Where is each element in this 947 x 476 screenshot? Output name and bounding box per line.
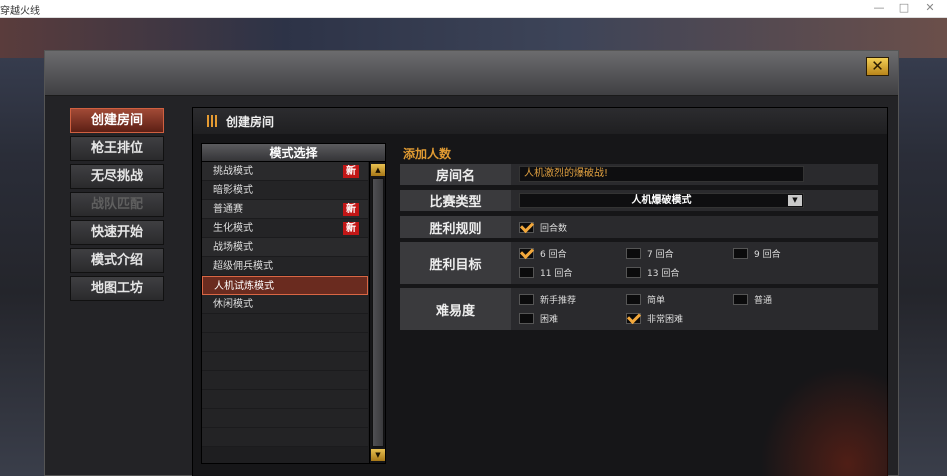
match-type-select[interactable]: 人机爆破模式 ▼ xyxy=(519,193,804,208)
checkbox-checked-icon[interactable] xyxy=(626,313,641,324)
mode-item-zombie[interactable]: 生化模式新 xyxy=(202,219,368,238)
scroll-thumb[interactable] xyxy=(372,178,384,447)
checkbox-icon[interactable] xyxy=(626,267,641,278)
mode-list-header: 模式选择 xyxy=(202,144,385,162)
mode-item-super-mercenary[interactable]: 超级佣兵模式 xyxy=(202,257,368,276)
new-badge: 新 xyxy=(343,222,359,235)
list-item xyxy=(202,352,368,371)
nav-create-room[interactable]: 创建房间 xyxy=(70,108,164,133)
panel-header: 创建房间 xyxy=(193,108,887,134)
mode-item-challenge[interactable]: 挑战模式新 xyxy=(202,162,368,181)
scroll-up-icon[interactable]: ▲ xyxy=(371,164,385,176)
window-title: 穿越火线 xyxy=(0,6,40,17)
mode-list-scrollbar[interactable]: ▲ ▼ xyxy=(369,162,385,463)
decorative-sparks xyxy=(753,358,888,476)
checkbox-checked-icon[interactable] xyxy=(519,222,534,233)
mode-item-shadow[interactable]: 暗影模式 xyxy=(202,181,368,200)
checkbox-icon[interactable] xyxy=(733,248,748,259)
maximize-icon[interactable]: □ xyxy=(893,1,915,14)
checkbox-icon[interactable] xyxy=(733,294,748,305)
checkbox-icon[interactable] xyxy=(519,294,534,305)
mode-item-casual[interactable]: 休闲模式 xyxy=(202,295,368,314)
bars-icon xyxy=(207,115,217,127)
room-name-label: 房间名 xyxy=(400,164,511,185)
create-room-dialog: ✕ 创建房间 枪王排位 无尽挑战 战队匹配 快速开始 模式介绍 地图工坊 创建房… xyxy=(44,50,899,476)
list-item xyxy=(202,314,368,333)
list-item xyxy=(202,371,368,390)
nav-mode-intro[interactable]: 模式介绍 xyxy=(70,248,164,273)
side-nav: 创建房间 枪王排位 无尽挑战 战队匹配 快速开始 模式介绍 地图工坊 xyxy=(70,108,166,304)
mode-item-battlefield[interactable]: 战场模式 xyxy=(202,238,368,257)
new-badge: 新 xyxy=(343,165,359,178)
chevron-down-icon[interactable]: ▼ xyxy=(788,195,802,206)
list-item xyxy=(202,428,368,447)
checkbox-icon[interactable] xyxy=(519,313,534,324)
win-target-row: 胜利目标 6 回合 7 回合 9 回合 11 回合 13 回合 xyxy=(400,242,878,284)
nav-map-workshop[interactable]: 地图工坊 xyxy=(70,276,164,301)
create-room-panel: 创建房间 模式选择 挑战模式新 暗影模式 普通赛新 生化模式新 战场模式 超级佣… xyxy=(192,107,888,476)
close-icon[interactable]: ✕ xyxy=(919,1,941,14)
checkbox-icon[interactable] xyxy=(626,294,641,305)
nav-quick-start[interactable]: 快速开始 xyxy=(70,220,164,245)
room-name-input[interactable]: 人机激烈的爆破战! xyxy=(519,166,804,182)
checkbox-icon[interactable] xyxy=(626,248,641,259)
scroll-down-icon[interactable]: ▼ xyxy=(371,449,385,461)
checkbox-icon[interactable] xyxy=(519,267,534,278)
dialog-header: ✕ xyxy=(45,51,898,96)
difficulty-label: 难易度 xyxy=(400,288,511,330)
mode-list: 模式选择 挑战模式新 暗影模式 普通赛新 生化模式新 战场模式 超级佣兵模式 人… xyxy=(201,143,386,464)
list-item xyxy=(202,390,368,409)
win-target-label: 胜利目标 xyxy=(400,242,511,284)
room-name-row: 房间名 人机激烈的爆破战! xyxy=(400,164,878,185)
list-item xyxy=(202,333,368,352)
panel-title: 创建房间 xyxy=(226,115,275,129)
match-type-row: 比赛类型 人机爆破模式 ▼ xyxy=(400,190,878,211)
list-item xyxy=(202,409,368,428)
section-title: 添加人数 xyxy=(403,147,452,161)
mode-item-normal[interactable]: 普通赛新 xyxy=(202,200,368,219)
new-badge: 新 xyxy=(343,203,359,216)
nav-clan-match: 战队匹配 xyxy=(70,192,164,217)
nav-ranked[interactable]: 枪王排位 xyxy=(70,136,164,161)
minimize-icon[interactable]: — xyxy=(868,1,890,14)
checkbox-checked-icon[interactable] xyxy=(519,248,534,259)
win-rule-row: 胜利规则 回合数 xyxy=(400,216,878,238)
difficulty-row: 难易度 新手推荐 简单 普通 困难 非常困难 xyxy=(400,288,878,330)
window-titlebar: 穿越火线 — □ ✕ xyxy=(0,0,947,18)
close-x-icon[interactable]: ✕ xyxy=(866,57,889,76)
nav-endless-challenge[interactable]: 无尽挑战 xyxy=(70,164,164,189)
match-type-label: 比赛类型 xyxy=(400,190,511,211)
win-rule-label: 胜利规则 xyxy=(400,216,511,238)
mode-item-bot-trial[interactable]: 人机试炼模式 xyxy=(202,276,368,295)
